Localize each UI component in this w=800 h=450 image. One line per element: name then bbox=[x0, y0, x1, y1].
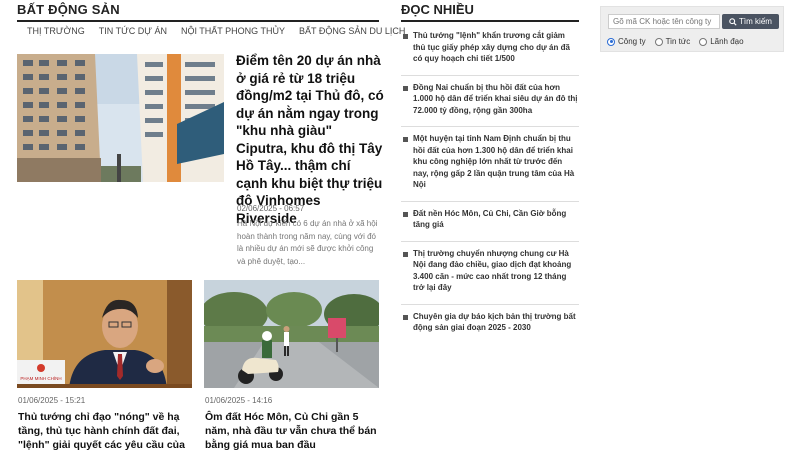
list-item[interactable]: Thị trường chuyển nhượng chung cư Hà Nội… bbox=[401, 242, 579, 305]
tab-noi-that-phong-thuy[interactable]: NỘI THẤT PHONG THỦY bbox=[181, 26, 285, 36]
list-item[interactable]: Một huyện tại tỉnh Nam Định chuẩn bị thu… bbox=[401, 127, 579, 202]
card-timestamp: 01/06/2025 - 14:16 bbox=[205, 396, 273, 405]
list-item-title[interactable]: Thị trường chuyển nhượng chung cư Hà Nội… bbox=[413, 248, 579, 294]
list-item-title[interactable]: Một huyện tại tỉnh Nam Định chuẩn bị thu… bbox=[413, 133, 579, 191]
sub-navigation: THỊ TRƯỜNG TIN TỨC DỰ ÁN NỘI THẤT PHONG … bbox=[27, 26, 419, 36]
section-title[interactable]: BẤT ĐỘNG SẢN bbox=[17, 2, 120, 17]
article-image-scooter-road[interactable] bbox=[204, 280, 379, 388]
radio-label: Tin tức bbox=[665, 37, 691, 46]
most-read-title: ĐỌC NHIỀU bbox=[401, 2, 474, 17]
search-icon bbox=[729, 17, 737, 26]
radio-unselected-icon[interactable] bbox=[654, 37, 663, 46]
nameplate-text: PHẠM MINH CHÍNH bbox=[20, 375, 61, 381]
radio-selected-icon[interactable] bbox=[607, 37, 615, 46]
radio-company[interactable]: Công ty bbox=[607, 37, 646, 46]
hero-summary: Hà Nội dự kiến có 6 dự án nhà ở xã hội h… bbox=[237, 219, 378, 266]
radio-label: Công ty bbox=[618, 37, 646, 46]
tab-thi-truong[interactable]: THỊ TRƯỜNG bbox=[27, 26, 85, 36]
list-item-title[interactable]: Chuyên gia dự báo kịch bản thị trường bấ… bbox=[413, 311, 579, 334]
list-item[interactable]: Thủ tướng "lệnh" khẩn trương cắt giảm th… bbox=[401, 24, 579, 76]
card-headline[interactable]: Ôm đất Hóc Môn, Củ Chi gần 5 năm, nhà đầ… bbox=[205, 410, 381, 450]
section-divider bbox=[17, 20, 379, 22]
search-scope-options: Công ty Tin tức Lãnh đạo bbox=[607, 37, 753, 46]
hero-image[interactable] bbox=[17, 54, 224, 182]
search-button-label: Tìm kiếm bbox=[739, 17, 772, 26]
tab-bds-du-lich[interactable]: BẤT ĐỘNG SẢN DU LỊCH bbox=[299, 26, 405, 36]
card-timestamp: 01/06/2025 - 15:21 bbox=[18, 396, 86, 405]
search-input[interactable] bbox=[608, 14, 720, 29]
list-item-title[interactable]: Thủ tướng "lệnh" khẩn trương cắt giảm th… bbox=[413, 30, 579, 65]
tab-tin-tuc-du-an[interactable]: TIN TỨC DỰ ÁN bbox=[99, 26, 167, 36]
sidebar: Tìm kiếm Công ty Tin tức Lãnh đạo bbox=[598, 0, 800, 450]
radio-label: Lãnh đạo bbox=[710, 37, 744, 46]
radio-unselected-icon[interactable] bbox=[699, 37, 708, 46]
radio-leadership[interactable]: Lãnh đạo bbox=[699, 37, 744, 46]
list-item-title[interactable]: Đất nền Hóc Môn, Củ Chi, Cần Giờ bỗng tă… bbox=[413, 208, 579, 231]
list-item[interactable]: Chuyên gia dự báo kịch bản thị trường bấ… bbox=[401, 305, 579, 344]
hero-headline[interactable]: Điểm tên 20 dự án nhà ở giá rẻ từ 18 tri… bbox=[236, 52, 384, 227]
radio-news[interactable]: Tin tức bbox=[654, 37, 691, 46]
most-read-column: ĐỌC NHIỀU Thủ tướng "lệnh" khẩn trương c… bbox=[392, 0, 592, 450]
list-item[interactable]: Đồng Nai chuẩn bị thu hồi đất của hơn 1.… bbox=[401, 76, 579, 127]
most-read-divider bbox=[401, 20, 579, 22]
hero-timestamp: 02/06/2025 - 06:57 bbox=[237, 204, 305, 213]
search-button[interactable]: Tìm kiếm bbox=[722, 14, 779, 29]
list-item[interactable]: Đất nền Hóc Môn, Củ Chi, Cần Giờ bỗng tă… bbox=[401, 202, 579, 242]
main-column: BẤT ĐỘNG SẢN THỊ TRƯỜNG TIN TỨC DỰ ÁN NỘ… bbox=[0, 0, 405, 450]
list-item-title[interactable]: Đồng Nai chuẩn bị thu hồi đất của hơn 1.… bbox=[413, 82, 579, 117]
card-headline[interactable]: Thủ tướng chỉ đạo "nóng" về hạ tầng, thủ… bbox=[18, 410, 196, 450]
most-read-list: Thủ tướng "lệnh" khẩn trương cắt giảm th… bbox=[401, 24, 579, 344]
company-search-widget: Tìm kiếm Công ty Tin tức Lãnh đạo bbox=[600, 6, 784, 52]
article-image-prime-minister[interactable]: PHẠM MINH CHÍNH bbox=[17, 280, 192, 388]
